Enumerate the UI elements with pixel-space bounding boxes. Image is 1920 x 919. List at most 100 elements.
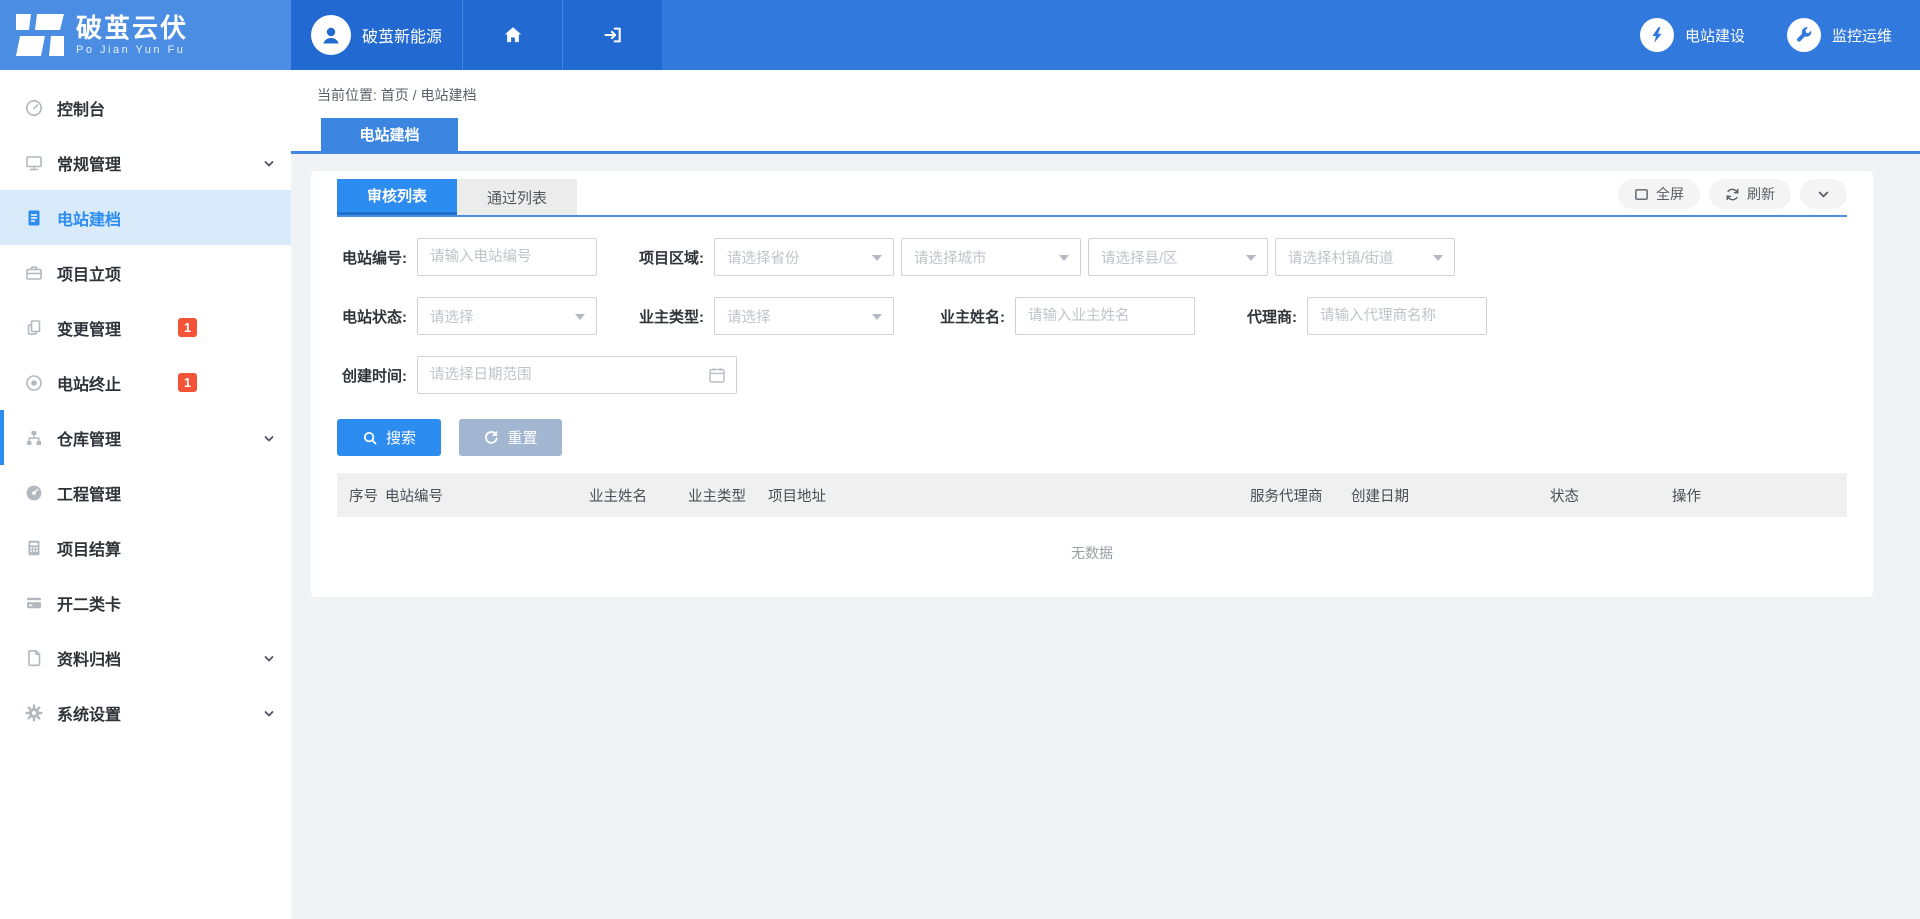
sidebar-item-label: 项目立项 [57, 261, 121, 285]
chevron-down-icon [263, 432, 275, 444]
page-tab-station-filing[interactable]: 电站建档 [321, 118, 458, 151]
sidebar-item-warehouse-management[interactable]: 仓库管理 [0, 410, 291, 465]
login-arrow-icon [602, 24, 624, 46]
panel-tabs: 审核列表 通过列表 全屏 [337, 171, 1847, 217]
user-name: 破茧新能源 [362, 23, 442, 47]
town-select-placeholder: 请选择村镇/街道 [1288, 247, 1394, 268]
avatar [311, 15, 351, 55]
logo-title: 破茧云伏 [76, 14, 188, 42]
user-menu[interactable]: 破茧新能源 [291, 0, 462, 70]
logo-icon [16, 14, 64, 56]
sidebar-item-type2-card[interactable]: 开二类卡 [0, 575, 291, 630]
caret-down-icon [1059, 255, 1069, 266]
tab-passed-list[interactable]: 通过列表 [457, 179, 577, 215]
search-button[interactable]: 搜索 [337, 419, 441, 456]
sidebar-item-station-filing[interactable]: 电站建档 [0, 190, 291, 245]
fullscreen-label: 全屏 [1656, 184, 1684, 204]
county-select-placeholder: 请选择县/区 [1101, 247, 1178, 268]
sidebar-item-station-termination[interactable]: 电站终止 1 [0, 355, 291, 410]
sidebar-item-system-settings[interactable]: 系统设置 [0, 685, 291, 740]
dashboard-icon [24, 98, 44, 118]
sidebar-item-project-initiation[interactable]: 项目立项 [0, 245, 291, 300]
caret-down-icon [575, 314, 585, 325]
sidebar-item-general-management[interactable]: 常规管理 [0, 135, 291, 190]
col-actions: 操作 [1672, 485, 1847, 506]
sidebar-item-label: 变更管理 [57, 316, 121, 340]
home-icon [502, 24, 524, 46]
lightning-icon [1640, 18, 1674, 52]
station-status-label: 电站状态: [337, 306, 407, 327]
date-range-input[interactable] [417, 356, 737, 394]
tab-review-list[interactable]: 审核列表 [337, 179, 457, 215]
active-indicator-bar [0, 410, 4, 465]
collapse-button[interactable] [1800, 179, 1847, 209]
card-icon [24, 593, 44, 613]
owner-type-select[interactable]: 请选择 [714, 297, 894, 335]
sidebar-item-change-management[interactable]: 变更管理 1 [0, 300, 291, 355]
app-header: 破茧云伏 Po Jian Yun Fu 破茧新能源 [0, 0, 1920, 70]
sidebar-item-label: 电站终止 [57, 371, 121, 395]
home-button[interactable] [462, 0, 562, 70]
sidebar-item-label: 电站建档 [57, 206, 121, 230]
caret-down-icon [1433, 255, 1443, 266]
gauge-icon [24, 483, 44, 503]
search-icon [362, 430, 378, 446]
document-icon [24, 208, 44, 228]
user-icon [319, 23, 343, 47]
station-status-select[interactable]: 请选择 [417, 297, 597, 335]
nav-station-build[interactable]: 电站建设 [1640, 0, 1745, 70]
sidebar-item-console[interactable]: 控制台 [0, 80, 291, 135]
reset-label: 重置 [507, 427, 537, 448]
agent-label: 代理商: [1237, 306, 1297, 327]
nav-station-build-label: 电站建设 [1685, 25, 1745, 46]
town-select[interactable]: 请选择村镇/街道 [1275, 238, 1455, 276]
col-project-address: 项目地址 [768, 485, 1250, 506]
col-station-no: 电站编号 [385, 485, 589, 506]
header-spacer [662, 0, 1640, 70]
sidebar-item-engineering-management[interactable]: 工程管理 [0, 465, 291, 520]
reset-button[interactable]: 重置 [459, 419, 562, 456]
sitemap-icon [24, 428, 44, 448]
station-no-input[interactable] [417, 238, 597, 276]
sidebar-item-archive[interactable]: 资料归档 [0, 630, 291, 685]
county-select[interactable]: 请选择县/区 [1088, 238, 1268, 276]
panel-card: 审核列表 通过列表 全屏 [311, 171, 1873, 597]
status-badge: 1 [178, 318, 197, 337]
station-no-label: 电站编号: [337, 247, 407, 268]
record-circle-icon [24, 373, 44, 393]
nav-monitor-ops[interactable]: 监控运维 [1787, 0, 1892, 70]
empty-state-text: 无数据 [337, 517, 1847, 573]
owner-name-input[interactable] [1015, 297, 1195, 335]
caret-down-icon [872, 255, 882, 266]
monitor-icon [24, 153, 44, 173]
station-status-placeholder: 请选择 [430, 306, 474, 327]
sidebar-item-label: 仓库管理 [57, 426, 121, 450]
owner-type-placeholder: 请选择 [727, 306, 771, 327]
sidebar-item-project-settlement[interactable]: 项目结算 [0, 520, 291, 575]
chevron-down-icon [263, 707, 275, 719]
sidebar-item-label: 控制台 [57, 96, 105, 120]
refresh-button[interactable]: 刷新 [1709, 179, 1791, 209]
copy-icon [24, 318, 44, 338]
sidebar-item-label: 工程管理 [57, 481, 121, 505]
logout-button[interactable] [562, 0, 662, 70]
sidebar-item-label: 项目结算 [57, 536, 121, 560]
filter-row-3: 创建时间: [337, 356, 1847, 394]
results-table: 序号 电站编号 业主姓名 业主类型 项目地址 服务代理商 创建日期 状态 操作 … [337, 473, 1847, 573]
city-select[interactable]: 请选择城市 [901, 238, 1081, 276]
chevron-down-icon [1817, 188, 1830, 201]
search-label: 搜索 [386, 427, 416, 448]
province-select[interactable]: 请选择省份 [714, 238, 894, 276]
action-buttons: 搜索 重置 [337, 419, 1847, 456]
wrench-icon [1787, 18, 1821, 52]
fullscreen-button[interactable]: 全屏 [1618, 179, 1700, 209]
col-owner-type: 业主类型 [688, 485, 768, 506]
fullscreen-icon [1634, 187, 1649, 202]
agent-input[interactable] [1307, 297, 1487, 335]
status-badge: 1 [178, 373, 197, 392]
province-select-placeholder: 请选择省份 [727, 247, 800, 268]
breadcrumb: 当前位置: 首页 / 电站建档 [291, 70, 1920, 105]
refresh-icon [1725, 187, 1740, 202]
col-service-agent: 服务代理商 [1250, 485, 1351, 506]
main-area: 当前位置: 首页 / 电站建档 电站建档 审核列表 通过列表 全屏 [291, 70, 1920, 919]
